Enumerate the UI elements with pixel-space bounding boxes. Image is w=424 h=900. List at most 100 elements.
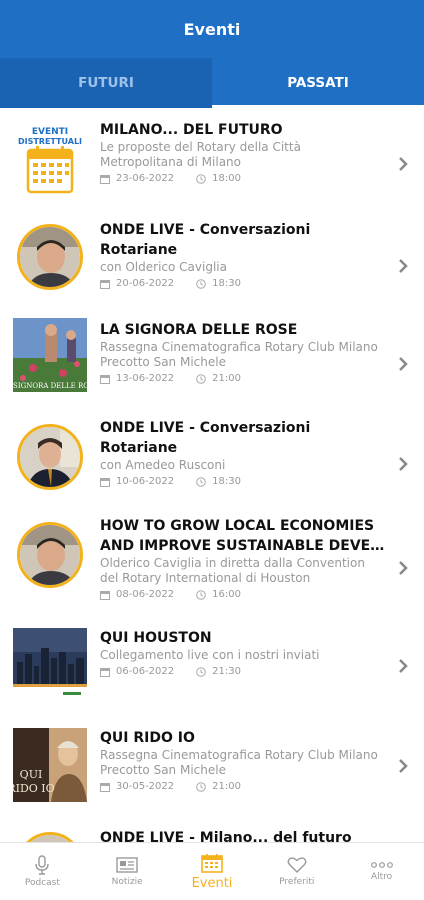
nav-notizie[interactable]: Notizie <box>85 843 170 900</box>
event-date: 13-06-2022 <box>116 373 175 384</box>
clock-icon <box>196 589 206 600</box>
speaker-avatar <box>17 832 83 842</box>
svg-text:DISTRETTUALI: DISTRETTUALI <box>18 137 82 146</box>
speaker-avatar <box>17 522 83 588</box>
movie-poster-thumbnail: LA SIGNORA DELLE ROSE <box>1 318 99 392</box>
event-date: 10-06-2022 <box>116 476 175 487</box>
chevron-right-icon <box>399 259 408 273</box>
event-title-line2: Rotariane <box>100 242 178 258</box>
eventi-distrettuali-thumbnail: EVENTI DISTRETTUALI <box>13 124 87 198</box>
clock-icon <box>196 373 206 384</box>
event-title: ONDE LIVE - Conversazioni <box>100 222 311 238</box>
event-subtitle: Rassegna Cinematografica Rotary Club Mil… <box>100 340 378 369</box>
event-time: 16:00 <box>212 589 241 600</box>
event-title-line2: Rotariane <box>100 440 178 456</box>
tab-passati[interactable]: PASSATI <box>212 58 424 108</box>
nav-label: Eventi <box>191 875 233 891</box>
event-meta: 08-06-2022 16:00 <box>100 589 385 600</box>
svg-text:LA SIGNORA DELLE ROSE: LA SIGNORA DELLE ROSE <box>13 382 87 390</box>
calendar-small-icon <box>100 477 110 487</box>
nav-podcast[interactable]: Podcast <box>0 843 85 900</box>
clock-icon <box>196 666 206 677</box>
event-meta: 10-06-2022 18:30 <box>100 476 380 487</box>
chevron-right-icon <box>399 561 408 575</box>
event-item[interactable]: EVENTI DISTRETTUALI MILANO... DEL FUTURO… <box>0 120 424 200</box>
event-item[interactable]: LA SIGNORA DELLE ROSE LA SIGNORA DELLE R… <box>0 318 424 400</box>
calendar-small-icon <box>100 279 110 289</box>
event-subtitle: Collegamento live con i nostri inviati <box>100 648 320 662</box>
event-meta: 06-06-2022 21:30 <box>100 666 380 677</box>
event-title-line2: AND IMPROVE SUSTAINABLE DEVE... <box>100 538 385 554</box>
event-item[interactable]: QUI HOUSTON Collegamento live con i nost… <box>0 628 424 708</box>
chevron-right-icon <box>399 457 408 471</box>
calendar-small-icon <box>100 374 110 384</box>
event-title: LA SIGNORA DELLE ROSE <box>100 322 298 338</box>
event-item[interactable]: QUI RIDO IO QUI RIDO IO Rassegna Cinemat… <box>0 728 424 808</box>
event-item[interactable]: HOW TO GROW LOCAL ECONOMIES AND IMPROVE … <box>0 516 424 616</box>
nav-preferiti[interactable]: Preferiti <box>254 843 339 900</box>
event-subtitle: Rassegna Cinematografica Rotary Club Mil… <box>100 748 378 777</box>
nav-label: Podcast <box>24 878 60 888</box>
event-time: 18:30 <box>212 278 241 289</box>
event-title: HOW TO GROW LOCAL ECONOMIES <box>100 518 375 534</box>
microphone-icon <box>35 855 50 875</box>
event-date: 06-06-2022 <box>116 666 175 677</box>
nav-label: Altro <box>370 872 393 882</box>
event-meta: 30-05-2022 21:00 <box>100 781 380 792</box>
event-date: 30-05-2022 <box>116 781 175 792</box>
event-list[interactable]: EVENTI DISTRETTUALI MILANO... DEL FUTURO… <box>0 108 424 842</box>
chevron-right-icon <box>399 357 408 371</box>
event-subtitle: Olderico Caviglia in diretta dalla Conve… <box>100 556 365 585</box>
houston-skyline-thumbnail <box>13 628 87 702</box>
page-title: Eventi <box>183 19 241 39</box>
chevron-right-icon <box>399 759 408 773</box>
heart-icon <box>287 857 307 873</box>
calendar-small-icon <box>100 590 110 600</box>
event-subtitle: Le proposte del Rotary della Città Metro… <box>100 140 301 169</box>
calendar-small-icon <box>100 174 110 184</box>
calendar-icon <box>201 853 223 873</box>
event-meta: 13-06-2022 21:00 <box>100 373 380 384</box>
svg-text:QUI: QUI <box>20 768 43 781</box>
event-time: 21:00 <box>212 781 241 792</box>
speaker-avatar <box>17 424 83 490</box>
nav-label: Notizie <box>111 877 143 887</box>
event-title: QUI RIDO IO <box>100 730 195 746</box>
event-item[interactable]: ONDE LIVE - Milano... del futuro <box>0 828 424 842</box>
event-time: 18:30 <box>212 476 241 487</box>
clock-icon <box>196 278 206 289</box>
chevron-right-icon <box>399 659 408 673</box>
chevron-right-icon <box>399 157 408 171</box>
event-meta: 23-06-2022 18:00 <box>100 173 380 184</box>
event-title: QUI HOUSTON <box>100 630 212 646</box>
event-item[interactable]: ONDE LIVE - Conversazioni Rotariane con … <box>0 220 424 300</box>
event-subtitle: con Olderico Caviglia <box>100 260 227 274</box>
clock-icon <box>196 476 206 487</box>
nav-eventi[interactable]: Eventi <box>170 843 255 900</box>
event-time: 21:30 <box>212 666 241 677</box>
event-item[interactable]: ONDE LIVE - Conversazioni Rotariane con … <box>0 418 424 498</box>
event-meta: 20-06-2022 18:30 <box>100 278 380 289</box>
event-time: 18:00 <box>212 173 241 184</box>
bottom-navigation: Podcast Notizie Eventi Preferiti Altro <box>0 842 424 900</box>
svg-text:RIDO IO: RIDO IO <box>13 782 55 795</box>
event-title: ONDE LIVE - Milano... del futuro <box>100 830 352 842</box>
nav-altro[interactable]: Altro <box>339 843 424 900</box>
app-bar: Eventi <box>0 0 424 58</box>
event-subtitle: con Amedeo Rusconi <box>100 458 226 472</box>
clock-icon <box>196 173 206 184</box>
news-icon <box>116 857 138 873</box>
nav-label: Preferiti <box>279 877 315 887</box>
event-title: MILANO... DEL FUTURO <box>100 122 283 138</box>
more-icon <box>370 862 393 868</box>
speaker-avatar <box>17 224 83 290</box>
svg-text:EVENTI: EVENTI <box>32 127 68 137</box>
event-time: 21:00 <box>212 373 241 384</box>
clock-icon <box>196 781 206 792</box>
event-date: 08-06-2022 <box>116 589 175 600</box>
calendar-small-icon <box>100 667 110 677</box>
movie-poster-thumbnail: QUI RIDO IO <box>7 728 87 802</box>
tab-futuri[interactable]: FUTURI <box>0 58 212 108</box>
tab-bar: FUTURI PASSATI <box>0 58 424 108</box>
event-date: 20-06-2022 <box>116 278 175 289</box>
